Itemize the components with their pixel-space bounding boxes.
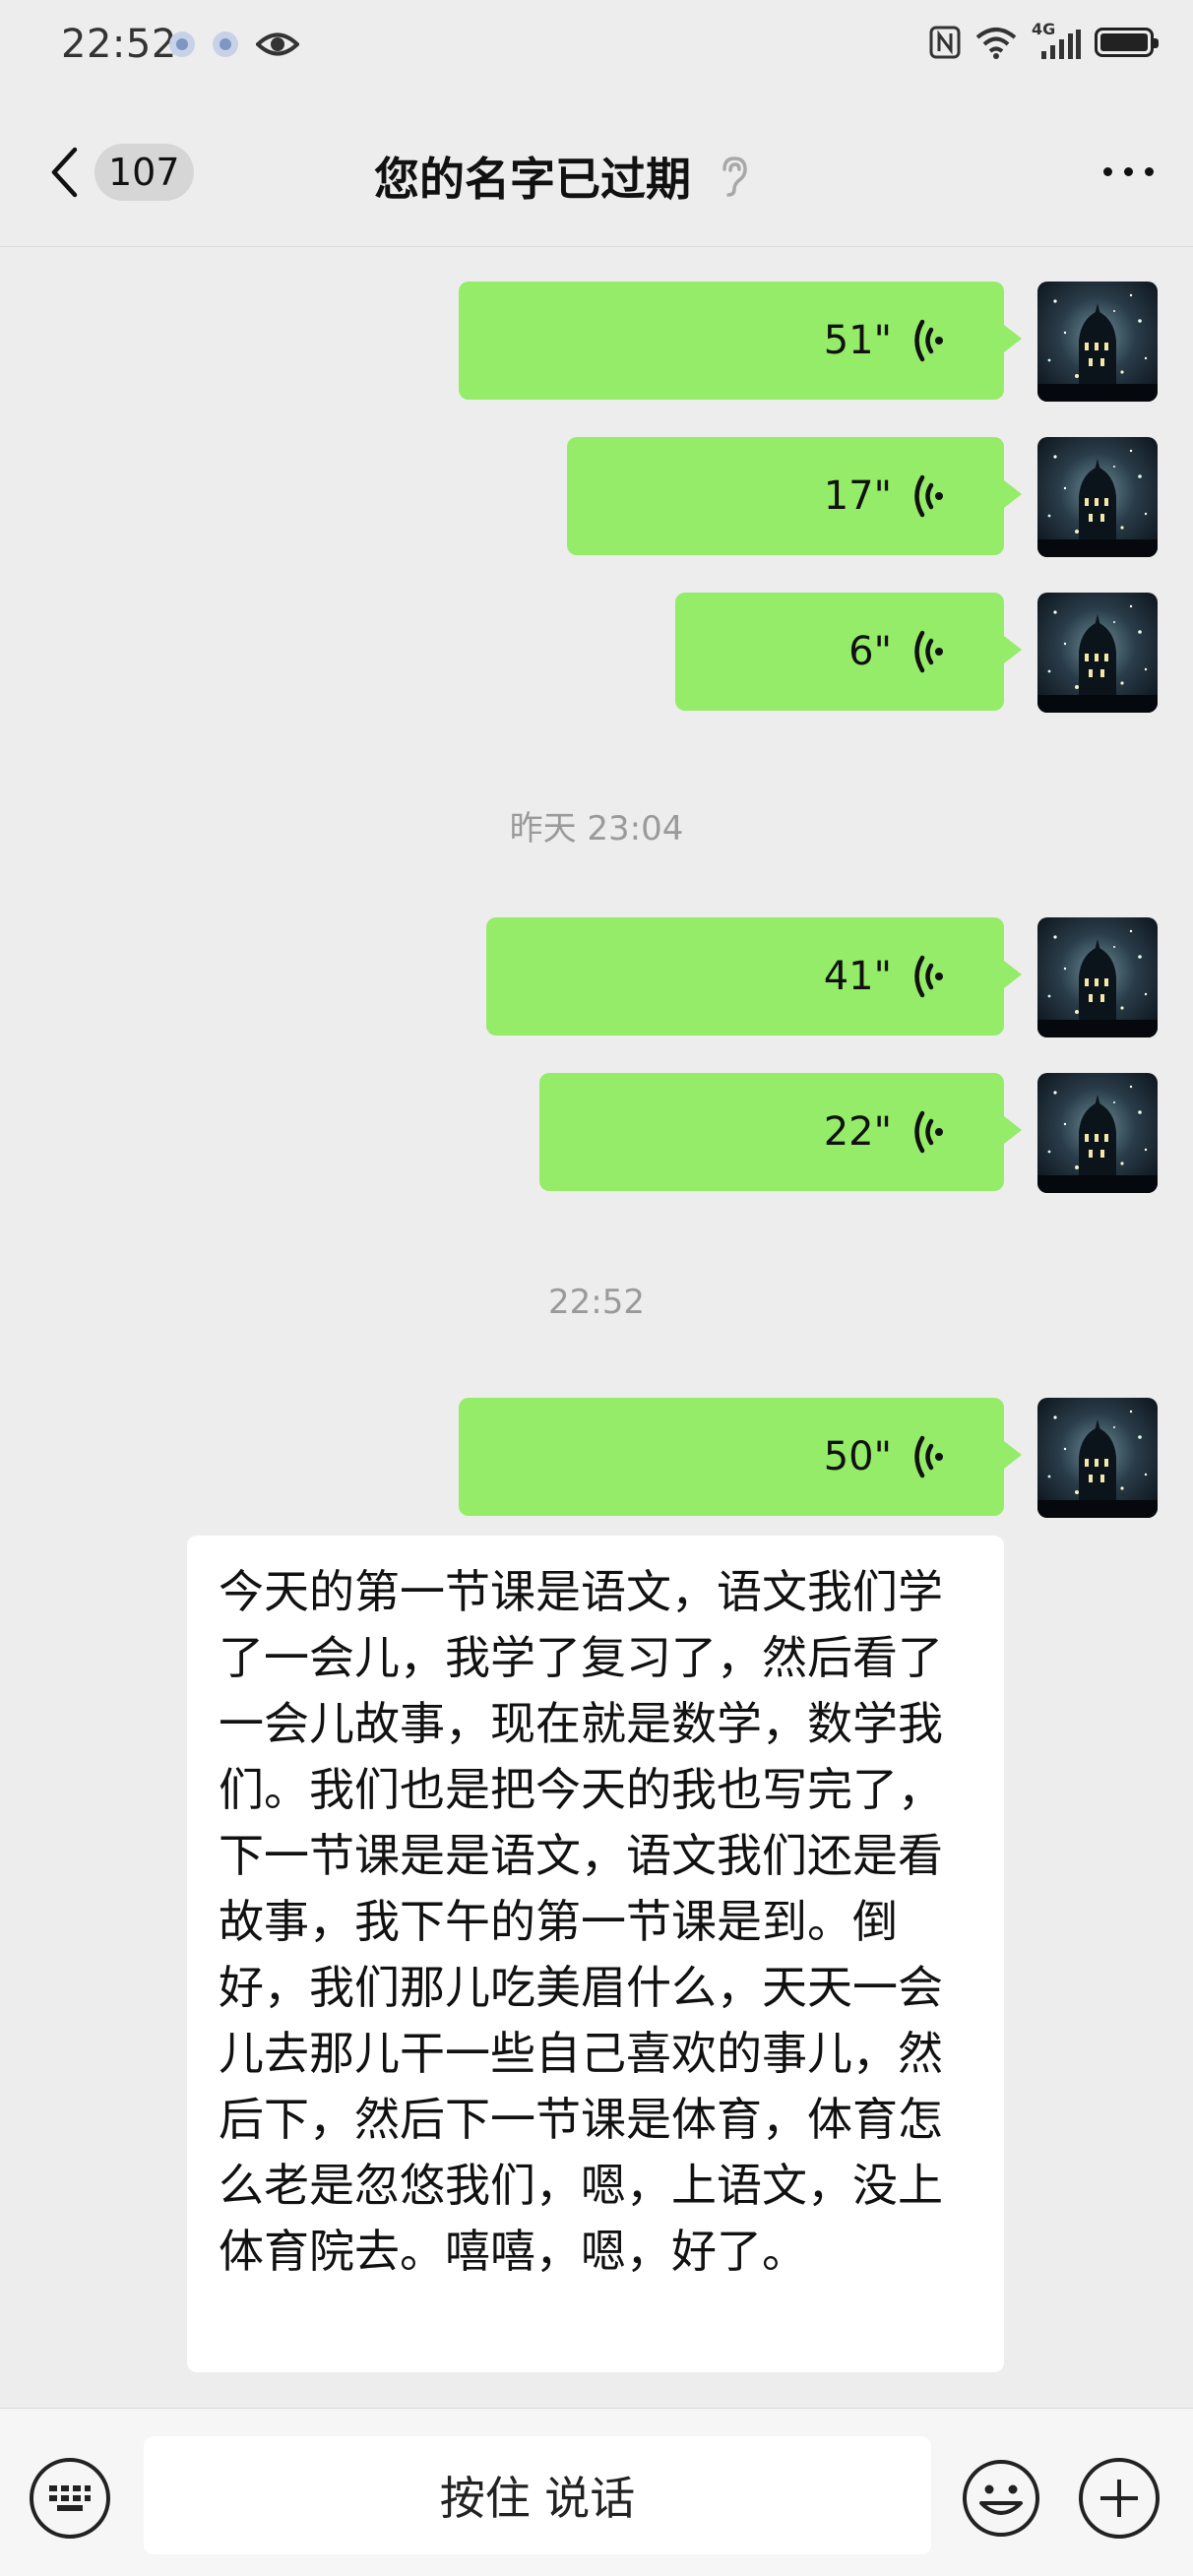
avatar[interactable] xyxy=(1037,593,1158,713)
status-time: 22:52 xyxy=(61,22,177,67)
voice-wave-icon xyxy=(910,952,949,1001)
back-button[interactable] xyxy=(39,143,89,202)
avatar[interactable] xyxy=(1037,917,1158,1037)
voice-wave-icon xyxy=(910,471,949,521)
voice-duration: 17" xyxy=(823,473,892,519)
voice-wave-icon xyxy=(910,1432,949,1481)
more-dot xyxy=(1103,167,1112,176)
voice-message-bubble[interactable]: 22" xyxy=(539,1073,1022,1191)
voice-transcript-bubble[interactable]: 今天的第一节课是语文，语文我们学了一会儿，我学了复习了，然后看了一会儿故事，现在… xyxy=(187,1536,1004,2372)
voice-duration: 6" xyxy=(848,629,892,674)
nfc-icon xyxy=(929,26,961,59)
chat-title-wrap: 您的名字已过期 xyxy=(374,144,750,209)
input-bar: 按住 说话 xyxy=(0,2408,1193,2576)
status-right-icons: 4G xyxy=(929,20,1159,59)
voice-message-bubble[interactable]: 41" xyxy=(486,917,1022,1036)
status-bar: 22:52 4G xyxy=(0,0,1193,98)
more-button[interactable] xyxy=(1103,167,1154,176)
keyboard-toggle-button[interactable] xyxy=(30,2458,110,2539)
voice-duration: 50" xyxy=(823,1434,892,1479)
battery-icon xyxy=(1095,28,1159,57)
more-dot xyxy=(1145,167,1154,176)
chat-title[interactable]: 您的名字已过期 xyxy=(374,144,691,209)
wifi-icon xyxy=(975,28,1017,59)
hold-to-talk-button[interactable]: 按住 说话 xyxy=(144,2436,931,2554)
voice-wave-icon xyxy=(910,316,949,365)
voice-wave-icon xyxy=(910,1107,949,1157)
more-dot xyxy=(1124,167,1133,176)
voice-duration: 41" xyxy=(823,954,892,999)
keyboard-icon xyxy=(49,2485,91,2511)
earpiece-mode-icon xyxy=(722,157,747,197)
voice-message-bubble[interactable]: 6" xyxy=(675,593,1022,711)
voice-duration: 51" xyxy=(823,318,892,363)
emoji-icon[interactable] xyxy=(961,2458,1041,2539)
voice-message-bubble[interactable]: 51" xyxy=(459,282,1022,400)
message-timestamp: 昨天 23:04 xyxy=(509,809,684,848)
plus-icon[interactable] xyxy=(1079,2458,1160,2539)
eye-icon xyxy=(256,32,299,56)
status-left-icons xyxy=(169,30,299,59)
avatar[interactable] xyxy=(1037,282,1158,402)
voice-message-bubble[interactable]: 17" xyxy=(567,437,1022,555)
voice-duration: 22" xyxy=(823,1109,892,1155)
signal-icon: 4G xyxy=(1032,20,1081,59)
unread-count-badge[interactable]: 107 xyxy=(94,144,194,201)
message-timestamp: 22:52 xyxy=(548,1283,645,1322)
avatar[interactable] xyxy=(1037,437,1158,557)
voice-wave-icon xyxy=(910,627,949,676)
avatar[interactable] xyxy=(1037,1073,1158,1193)
app-notification-icon xyxy=(213,31,238,57)
chat-header: 107 您的名字已过期 xyxy=(0,98,1193,247)
app-notification-icon xyxy=(169,31,195,57)
voice-message-bubble[interactable]: 50" xyxy=(459,1398,1022,1516)
avatar[interactable] xyxy=(1037,1398,1158,1518)
chevron-left-icon xyxy=(51,147,78,198)
